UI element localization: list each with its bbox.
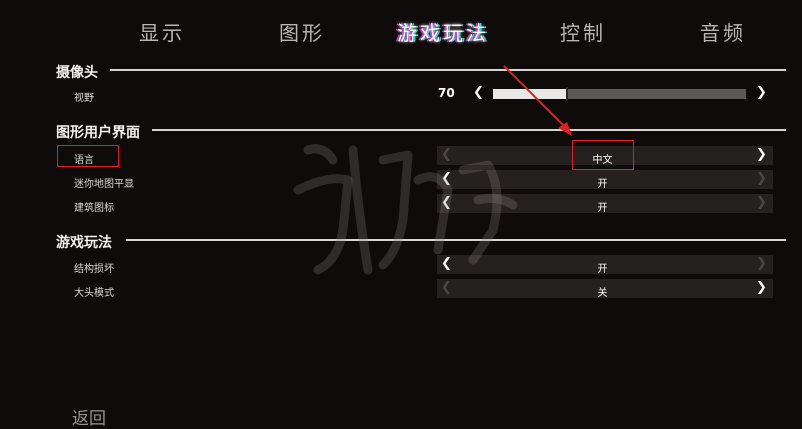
watermark-graphic	[293, 144, 518, 275]
fov-slider-handle[interactable]	[566, 87, 568, 101]
fov-increase-arrow[interactable]: ❯	[756, 85, 767, 100]
section-title-camera: 摄像头	[56, 65, 98, 81]
structure-damage-value: 开	[597, 264, 608, 275]
chevron-right-icon: ❯	[756, 195, 767, 210]
chevron-right-icon: ❯	[756, 256, 767, 271]
section-divider	[110, 69, 786, 71]
back-button[interactable]: 返回	[72, 404, 106, 429]
tab-gameplay[interactable]: 游戏玩法	[397, 17, 489, 46]
fov-value: 70	[438, 86, 455, 100]
fov-decrease-arrow[interactable]: ❮	[473, 85, 484, 100]
fov-slider[interactable]	[493, 87, 746, 101]
fov-slider-fill	[493, 89, 567, 99]
fov-label: 视野	[74, 93, 94, 104]
building-icons-next-arrow[interactable]: ❯	[756, 195, 767, 210]
section-title-gui: 图形用户界面	[56, 125, 140, 141]
tab-graphics[interactable]: 图形	[279, 17, 325, 46]
language-next-arrow[interactable]: ❯	[756, 147, 767, 162]
tab-display[interactable]: 显示	[139, 17, 185, 46]
big-head-mode-value: 关	[597, 288, 608, 299]
chevron-right-icon: ❯	[756, 280, 767, 295]
big-head-mode-next-arrow[interactable]: ❯	[756, 280, 767, 295]
building-icons-label: 建筑图标	[74, 203, 114, 214]
structure-damage-next-arrow[interactable]: ❯	[756, 256, 767, 271]
section-title-gameplay: 游戏玩法	[56, 235, 112, 251]
highlight-box	[57, 145, 119, 167]
structure-damage-label: 结构损坏	[74, 264, 114, 275]
highlight-box	[572, 140, 634, 170]
chevron-right-icon: ❯	[756, 171, 767, 186]
settings-tabs: 显示 图形 游戏玩法 控制 音频	[0, 0, 802, 60]
minimap-hud-label: 迷你地图平显	[74, 179, 134, 190]
chevron-right-icon: ❯	[756, 85, 767, 100]
minimap-hud-next-arrow[interactable]: ❯	[756, 171, 767, 186]
minimap-hud-value: 开	[597, 179, 608, 190]
tab-audio[interactable]: 音频	[700, 17, 746, 46]
chevron-right-icon: ❯	[756, 147, 767, 162]
big-head-mode-label: 大头模式	[74, 288, 114, 299]
building-icons-value: 开	[597, 203, 608, 214]
tab-controls[interactable]: 控制	[560, 17, 606, 46]
chevron-left-icon: ❮	[473, 85, 484, 100]
